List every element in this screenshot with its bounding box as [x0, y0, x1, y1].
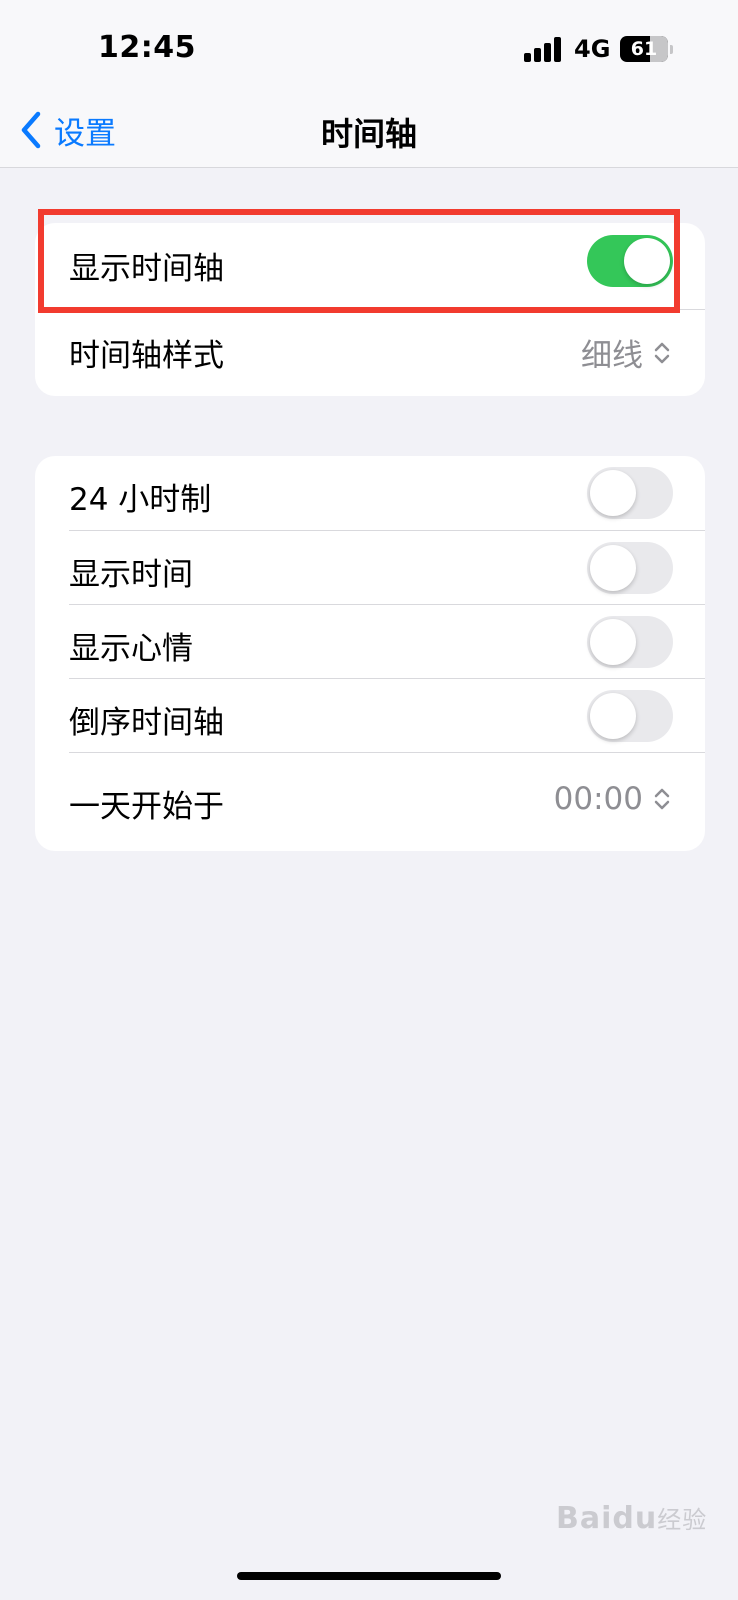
show-mood-toggle[interactable] — [587, 616, 673, 668]
chevron-up-down-icon — [654, 342, 670, 363]
timeline-style-value: 细线 — [581, 338, 643, 374]
hour24-toggle[interactable] — [587, 467, 673, 519]
home-indicator[interactable] — [237, 1572, 501, 1580]
show-mood-label: 显示心情 — [69, 631, 193, 667]
reverse-timeline-toggle[interactable] — [587, 690, 673, 742]
timeline-style-row[interactable]: 时间轴样式 细线 — [35, 310, 705, 396]
battery-icon: 61 — [620, 36, 668, 62]
show-time-row: 显示时间 — [35, 531, 705, 605]
toggle-knob — [590, 693, 636, 739]
network-type: 4G — [574, 35, 611, 63]
reverse-timeline-label: 倒序时间轴 — [69, 705, 224, 741]
show-time-label: 显示时间 — [69, 557, 193, 593]
hour24-label: 24 小时制 — [69, 482, 212, 518]
watermark-suffix: 经验 — [657, 1506, 708, 1534]
battery-level: 61 — [630, 38, 658, 60]
cellular-signal-icon — [524, 36, 564, 62]
battery-tip — [670, 45, 673, 54]
toggle-knob — [590, 619, 636, 665]
hour24-row: 24 小时制 — [35, 456, 705, 530]
day-starts-picker[interactable]: 00:00 — [554, 781, 671, 817]
day-starts-row[interactable]: 一天开始于 00:00 — [35, 753, 705, 851]
show-mood-row: 显示心情 — [35, 605, 705, 679]
timeline-options-group: 24 小时制 显示时间 显示心情 倒序时间轴 一天开始于 00:00 — [35, 456, 705, 851]
status-bar: 12:45 4G 61 — [0, 0, 738, 95]
baidu-watermark: Baidu经验 — [556, 1500, 707, 1536]
toggle-knob — [590, 470, 636, 516]
page-title: 时间轴 — [320, 115, 417, 153]
highlight-annotation — [38, 209, 680, 313]
show-time-toggle[interactable] — [587, 542, 673, 594]
timeline-style-picker[interactable]: 细线 — [581, 330, 671, 375]
chevron-up-down-icon — [654, 788, 670, 810]
timeline-style-label: 时间轴样式 — [69, 338, 224, 374]
reverse-timeline-row: 倒序时间轴 — [35, 679, 705, 753]
toggle-knob — [590, 545, 636, 591]
watermark-brand: Baidu — [556, 1501, 658, 1536]
day-starts-label: 一天开始于 — [69, 789, 224, 825]
status-time: 12:45 — [98, 30, 196, 65]
day-starts-value: 00:00 — [553, 781, 643, 817]
navigation-bar: 设置 时间轴 — [0, 95, 738, 168]
